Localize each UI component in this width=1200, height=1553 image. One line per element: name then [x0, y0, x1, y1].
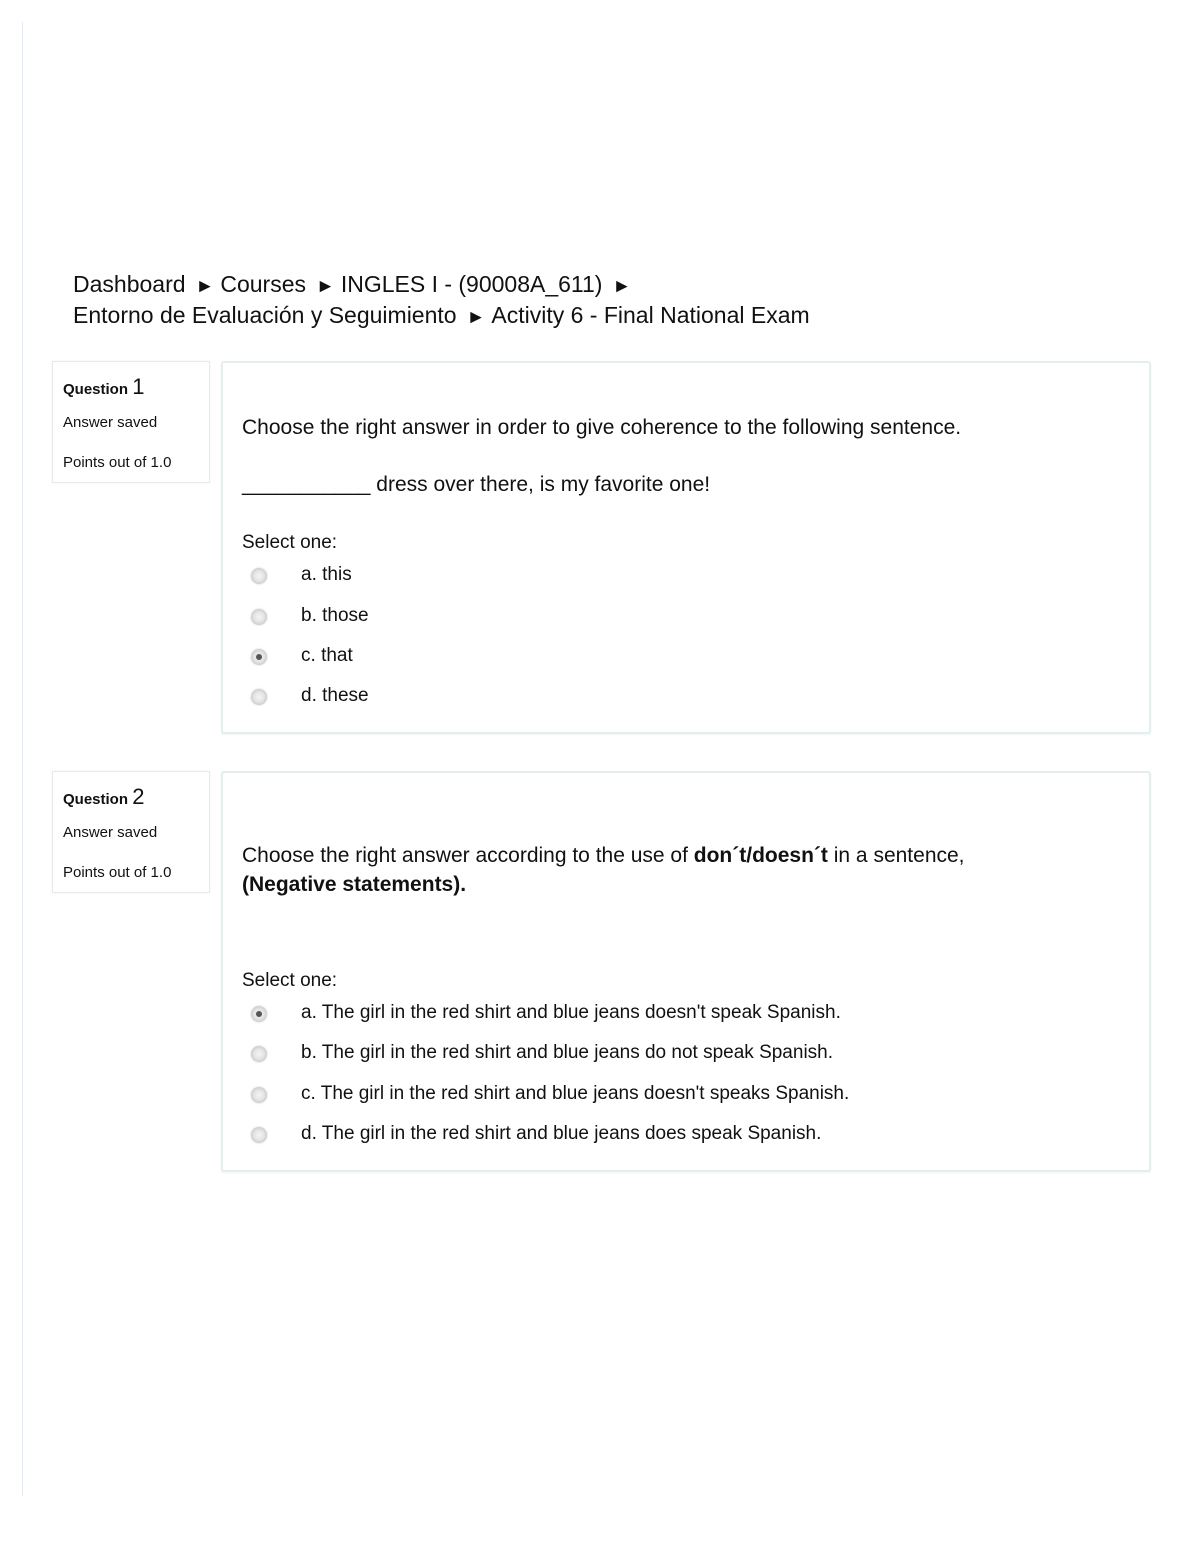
question-grade: Points out of 1.0 — [63, 864, 172, 881]
radio-button-selected[interactable] — [251, 649, 267, 665]
answer-option[interactable]: c. The girl in the red shirt and blue je… — [249, 1083, 1129, 1111]
question-text: Choose the right answer in order to give… — [242, 416, 962, 439]
question-1-content: Choose the right answer in order to give… — [221, 361, 1151, 734]
breadcrumb-separator-icon: ► — [316, 276, 335, 297]
answer-label[interactable]: b. The girl in the red shirt and blue je… — [301, 1042, 833, 1064]
breadcrumb: Dashboard ► Courses ► INGLES I - (90008A_611… — [73, 270, 973, 332]
question-number-value: 2 — [132, 784, 145, 809]
radio-button[interactable] — [251, 1046, 267, 1062]
radio-button[interactable] — [251, 689, 267, 705]
breadcrumb-dashboard[interactable]: Dashboard — [73, 271, 186, 297]
answer-label[interactable]: c. The girl in the red shirt and blue je… — [301, 1083, 849, 1105]
question-number: Question 1 — [63, 374, 144, 400]
answer-label[interactable]: c. that — [301, 645, 353, 667]
answer-option[interactable]: b. those — [249, 605, 1129, 633]
answer-label[interactable]: d. these — [301, 685, 369, 707]
question-state: Answer saved — [63, 414, 158, 431]
breadcrumb-separator-icon: ► — [195, 276, 215, 297]
question-state: Answer saved — [63, 824, 158, 841]
answer-option[interactable]: d. these — [249, 685, 1129, 713]
answer-label[interactable]: a. this — [301, 564, 352, 586]
question-1-info: Question 1 Answer saved Points out of 1.… — [52, 361, 210, 483]
radio-button-selected[interactable] — [251, 1006, 267, 1022]
radio-button[interactable] — [251, 1127, 267, 1143]
answer-label[interactable]: b. those — [301, 605, 369, 627]
select-one-prompt: Select one: — [242, 970, 338, 991]
breadcrumb-section[interactable]: Entorno de Evaluación y Seguimiento — [73, 302, 457, 328]
answer-label[interactable]: a. The girl in the red shirt and blue je… — [301, 1002, 841, 1024]
breadcrumb-activity[interactable]: Activity 6 - Final National Exam — [491, 302, 809, 328]
radio-button[interactable] — [251, 568, 267, 584]
breadcrumb-separator-icon: ► — [466, 307, 486, 328]
select-one-prompt: Select one: — [242, 532, 338, 553]
question-label: Question — [63, 381, 129, 398]
question-number: Question 2 — [63, 784, 144, 810]
radio-button[interactable] — [251, 609, 267, 625]
answer-option[interactable]: d. The girl in the red shirt and blue je… — [249, 1123, 1129, 1151]
question-number-value: 1 — [132, 374, 145, 399]
question-2-content: Choose the right answer according to the… — [221, 771, 1151, 1172]
answer-option[interactable]: c. that — [249, 645, 1129, 673]
question-grade: Points out of 1.0 — [63, 454, 172, 471]
question-sentence: ___________ dress over there, is my favo… — [242, 473, 711, 496]
answer-option[interactable]: b. The girl in the red shirt and blue je… — [249, 1042, 1129, 1070]
answer-option[interactable]: a. The girl in the red shirt and blue je… — [249, 1002, 1129, 1030]
question-2-info: Question 2 Answer saved Points out of 1.… — [52, 771, 210, 893]
radio-button[interactable] — [251, 1087, 267, 1103]
question-label: Question — [63, 791, 129, 808]
breadcrumb-course[interactable]: INGLES I - (90008A_611) — [341, 271, 603, 297]
breadcrumb-separator-icon: ► — [612, 276, 632, 297]
answer-label[interactable]: d. The girl in the red shirt and blue je… — [301, 1123, 821, 1145]
question-text: Choose the right answer according to the… — [242, 844, 965, 896]
breadcrumb-courses[interactable]: Courses — [220, 271, 306, 297]
page-edge-divider — [22, 22, 23, 1496]
answer-option[interactable]: a. this — [249, 564, 1129, 592]
